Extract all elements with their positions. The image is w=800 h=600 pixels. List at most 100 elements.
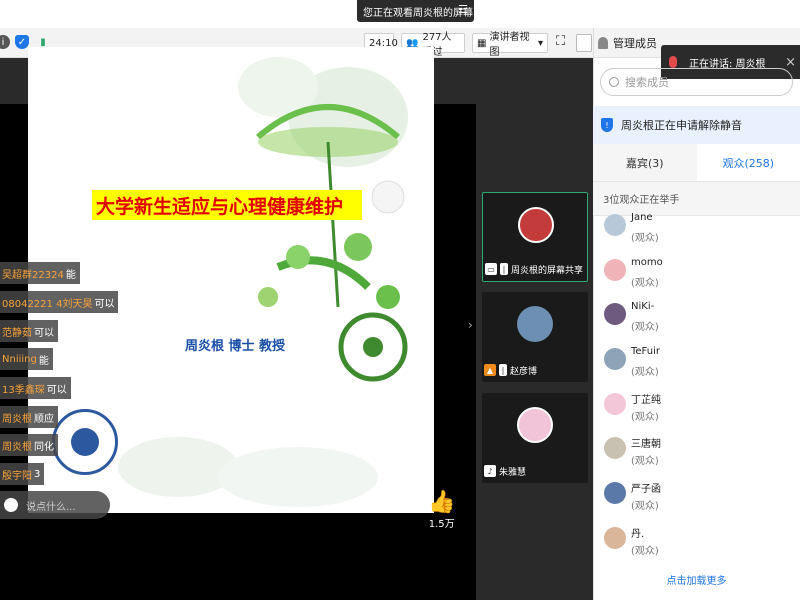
avatar (604, 348, 626, 370)
search-icon (609, 77, 619, 87)
video-tile[interactable]: ▲ | 赵彦博 (482, 292, 588, 382)
video-tile[interactable]: ♪ 朱雅慧 (482, 393, 588, 483)
mic-icon: | (500, 263, 508, 275)
user-icon: ▲ (484, 364, 496, 376)
chat-text: 可以 (46, 384, 67, 396)
app-window: 您正在观看周炎根的屏幕 ☰ i ✓ ▮ 24:10 👥 277人看过 ▦ 演讲者… (0, 0, 800, 600)
avatar (517, 306, 553, 342)
chat-text: 能 (38, 355, 49, 367)
member-name: TeFuir (631, 346, 660, 357)
close-icon[interactable]: × (785, 55, 796, 70)
mic-icon: | (499, 364, 507, 376)
avatar (518, 207, 554, 243)
chat-sender: 吴超群22324 (2, 269, 64, 281)
menu-icon[interactable]: ☰ (458, 3, 468, 16)
shield-icon: ! (601, 118, 613, 132)
member-name: 三唐朝 (631, 439, 661, 450)
thumbs-up-icon: 👍 (428, 490, 456, 515)
panel-title: 管理成员 (613, 36, 657, 50)
avatar (604, 214, 626, 236)
member-item[interactable]: 丹. (观众) (600, 523, 790, 559)
member-role: (观众) (631, 412, 659, 423)
chat-text: 可以 (94, 298, 115, 310)
member-name: momo (631, 257, 663, 268)
chat-message: 范静茹 可以 (0, 320, 58, 342)
chat-message: 殷宇阳 3 (0, 463, 45, 485)
chevron-right-icon[interactable]: › (468, 318, 476, 354)
slide-title: 大学新生适应与心理健康维护 (92, 190, 362, 220)
avatar (517, 407, 553, 443)
viewing-banner: 您正在观看周炎根的屏幕 ☰ (357, 0, 474, 22)
chat-message: 吴超群22324 能 (0, 262, 80, 284)
notice-text: 周炎根正在申请解除静音 (621, 119, 742, 132)
member-name: Jane (631, 212, 653, 223)
security-shield-icon[interactable]: ✓ (15, 35, 29, 49)
member-item[interactable]: momo (观众) (600, 255, 790, 291)
member-item[interactable]: NiKi- (观众) (600, 299, 790, 335)
tile-caption: ♪ 朱雅慧 (484, 463, 526, 479)
chat-sender: Nniiing (2, 353, 37, 365)
chat-input-placeholder: 说点什么... (26, 501, 76, 513)
like-button[interactable]: 👍 1.5万 (428, 490, 455, 530)
mic-icon (669, 56, 677, 68)
member-item[interactable]: 丁芷纯 (观众) (600, 389, 790, 425)
member-role: (观众) (631, 322, 659, 333)
logo-emblem (71, 428, 99, 456)
member-name: 丹. (631, 529, 645, 540)
unmute-request-notice[interactable]: ! 周炎根正在申请解除静音 (593, 106, 800, 144)
member-item[interactable]: 三唐朝 (观众) (600, 433, 790, 469)
tab-guests[interactable]: 嘉宾(3) (593, 144, 697, 181)
presentation-slide: 大学新生适应与心理健康维护 周炎根 博士 教授 (28, 47, 434, 513)
info-icon[interactable]: i (0, 35, 10, 49)
member-item[interactable]: TeFuir (观众) (600, 344, 790, 380)
member-role: (观众) (631, 367, 659, 378)
mic-icon: ♪ (484, 465, 496, 477)
avatar (604, 303, 626, 325)
fullscreen-icon[interactable]: ⛶ (556, 34, 572, 52)
avatar (604, 482, 626, 504)
avatar (604, 393, 626, 415)
chat-message: 13季鑫琛 可以 (0, 377, 71, 399)
chat-sender: 13季鑫琛 (2, 384, 45, 396)
view-mode-dropdown[interactable]: ▦ 演讲者视图 ▾ (472, 32, 548, 58)
avatar (604, 437, 626, 459)
chat-sender: 殷宇阳 (2, 470, 32, 482)
tile-label: 周炎根的屏幕共享 (511, 265, 584, 276)
like-count: 1.5万 (428, 519, 455, 530)
chat-message: 周炎根 同化 (0, 434, 58, 456)
chat-text: 能 (65, 269, 76, 281)
screen-share-icon: ▭ (485, 263, 497, 275)
member-role: (观众) (631, 456, 659, 467)
member-role: (观众) (631, 278, 659, 289)
member-name: NiKi- (631, 301, 655, 312)
chat-sender: 08042221 4刘天昊 (2, 298, 93, 310)
chat-message: 周炎根 顺应 (0, 406, 58, 428)
tile-label: 赵彦博 (510, 366, 538, 377)
search-placeholder: 搜索成员 (625, 76, 669, 89)
avatar (604, 259, 626, 281)
tab-audience[interactable]: 观众(258) (697, 144, 800, 181)
chat-text: 同化 (34, 441, 54, 453)
load-more-link[interactable]: 点击加载更多 (593, 572, 800, 590)
chevron-down-icon: ▾ (537, 37, 543, 49)
member-name: 严子函 (631, 484, 661, 495)
video-tile[interactable]: ▭ | 周炎根的屏幕共享 (482, 192, 588, 282)
member-role: (观众) (631, 233, 659, 244)
member-item[interactable]: 严子函 (观众) (600, 478, 790, 514)
layout-icon[interactable] (576, 34, 592, 52)
emoji-icon[interactable] (4, 498, 18, 512)
tile-caption: ▭ | 周炎根的屏幕共享 (485, 261, 583, 277)
chat-message: 08042221 4刘天昊 可以 (0, 291, 119, 313)
tile-caption: ▲ | 赵彦博 (484, 362, 537, 378)
member-item[interactable]: Jane (观众) (600, 210, 790, 246)
chat-text: 可以 (34, 327, 54, 339)
banner-text: 您正在观看周炎根的屏幕 (363, 7, 473, 19)
tile-label: 朱雅慧 (499, 467, 527, 478)
chat-sender: 周炎根 (2, 441, 32, 453)
search-input[interactable]: 搜索成员 (600, 68, 793, 96)
view-mode-label: 演讲者视图 (489, 32, 530, 58)
chat-text: 3 (34, 468, 41, 480)
chat-input[interactable]: 说点什么... (0, 491, 110, 519)
member-role: (观众) (631, 501, 659, 512)
person-icon (598, 36, 608, 49)
